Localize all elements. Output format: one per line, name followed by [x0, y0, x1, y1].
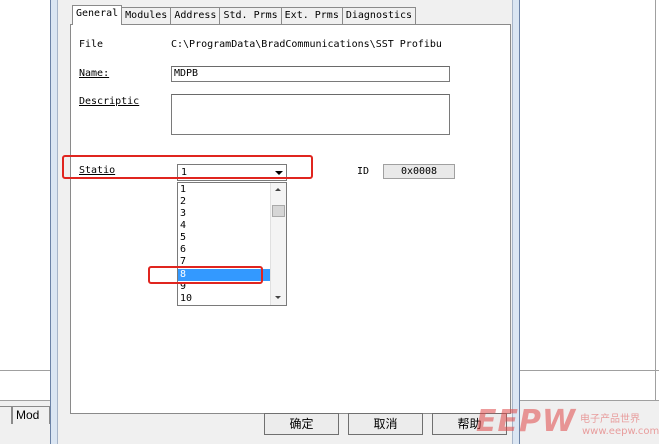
watermark-tagline: 电子产品世界	[580, 414, 640, 425]
name-label: Name:	[79, 68, 110, 79]
file-label: File	[79, 39, 104, 50]
list-item[interactable]: 5	[180, 232, 186, 244]
list-item[interactable]: 3	[180, 208, 186, 220]
tab-strip: General Modules Address Std. Prms Ext. P…	[72, 5, 417, 25]
watermark-url: www.eepw.com.cn	[582, 426, 659, 437]
tab-diagnostics[interactable]: Diagnostics	[341, 7, 417, 24]
list-item[interactable]: 4	[180, 220, 186, 232]
background-tab[interactable]	[0, 406, 12, 424]
background-tab-mod[interactable]: Mod	[12, 406, 50, 424]
scroll-thumb[interactable]	[272, 205, 285, 217]
station-options-list[interactable]: 1 2 3 4 5 6 7 8 9 10	[177, 182, 287, 306]
general-panel: File C:\ProgramData\BradCommunications\S…	[70, 24, 511, 414]
tab-modules[interactable]: Modules	[121, 7, 172, 24]
id-label: ID	[357, 166, 370, 177]
list-item[interactable]: 6	[180, 244, 186, 256]
list-scrollbar[interactable]	[270, 183, 286, 305]
list-item[interactable]: 10	[180, 293, 192, 305]
background-window-right	[520, 0, 659, 444]
file-path: C:\ProgramData\BradCommunications\SST Pr…	[171, 39, 442, 50]
scroll-up-icon[interactable]	[271, 183, 286, 197]
description-label: Descriptic	[79, 96, 140, 107]
background-divider	[655, 0, 656, 400]
scroll-down-icon[interactable]	[271, 291, 286, 305]
tab-std-prms[interactable]: Std. Prms	[219, 7, 282, 24]
watermark-logo: EEPW	[476, 404, 577, 439]
tab-general[interactable]: General	[72, 5, 123, 25]
list-item[interactable]: 1	[180, 184, 186, 196]
description-field[interactable]	[171, 94, 450, 135]
tab-address[interactable]: Address	[170, 7, 221, 24]
background-window-left	[0, 0, 50, 444]
cancel-button[interactable]: 取消	[348, 413, 423, 435]
background-divider	[0, 370, 50, 371]
tab-ext-prms[interactable]: Ext. Prms	[280, 7, 343, 24]
properties-dialog: General Modules Address Std. Prms Ext. P…	[50, 0, 520, 444]
background-divider	[520, 370, 659, 371]
dialog-body: General Modules Address Std. Prms Ext. P…	[57, 0, 513, 444]
station-highlight-box	[62, 155, 313, 179]
name-field[interactable]: MDPB	[171, 66, 450, 82]
id-value: 0x0008	[383, 164, 455, 179]
selected-option-highlight-box	[148, 266, 263, 284]
eepw-watermark: EEPW 电子产品世界 www.eepw.com.cn	[476, 404, 659, 442]
list-item[interactable]: 2	[180, 196, 186, 208]
ok-button[interactable]: 确定	[264, 413, 339, 435]
